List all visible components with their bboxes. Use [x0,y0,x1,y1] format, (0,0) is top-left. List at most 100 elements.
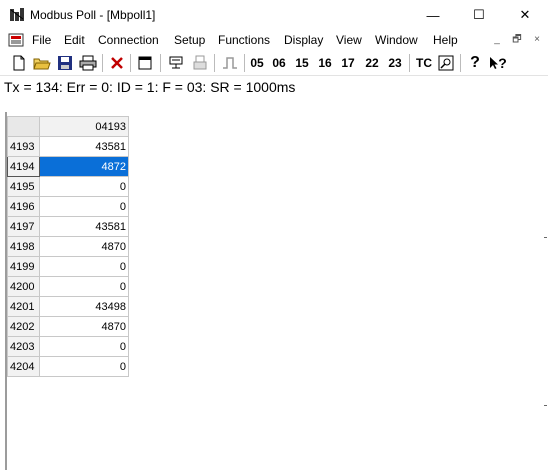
disconnect-button[interactable] [190,53,210,73]
mdi-restore-button[interactable]: 🗗 [510,33,524,47]
new-document-icon [13,55,25,71]
function-22-button[interactable]: 22 [363,53,381,73]
scroll-marker [544,237,547,238]
menu-view[interactable]: View [336,33,362,47]
connect-button[interactable] [166,53,186,73]
open-button[interactable] [32,53,52,73]
table-row[interactable]: 4198 4870 [7,236,129,257]
function-15-button[interactable]: 15 [293,53,311,73]
mdi-minimize-button[interactable]: _ [490,33,504,47]
menu-edit[interactable]: Edit [64,33,85,47]
mdi-close-button[interactable]: × [530,33,544,47]
toolbar-separator [160,54,161,72]
table-row[interactable]: 4204 0 [7,356,129,377]
register-value-cell[interactable]: 43581 [39,216,129,237]
toolbar-separator [244,54,245,72]
row-address[interactable]: 4196 [7,196,40,217]
register-value-cell[interactable]: 0 [39,336,129,357]
register-value-cell[interactable]: 0 [39,256,129,277]
tc-button[interactable]: TC [414,53,434,73]
menu-setup[interactable]: Setup [174,33,205,47]
function-16-button[interactable]: 16 [316,53,334,73]
register-grid: 04193 4193 43581 4194 4872 4195 0 4196 0 4197 435… [7,116,129,377]
register-value-cell[interactable]: 4872 [39,156,129,177]
table-row[interactable]: 4201 43498 [7,296,129,317]
grid-corner[interactable] [7,116,40,137]
menu-help[interactable]: Help [433,33,458,47]
document-icon[interactable] [8,32,24,48]
function-06-button[interactable]: 06 [270,53,288,73]
register-value-cell[interactable]: 43498 [39,296,129,317]
menu-functions[interactable]: Functions [218,33,270,47]
table-row[interactable]: 4195 0 [7,176,129,197]
register-value-cell[interactable]: 4870 [39,236,129,257]
register-value-cell[interactable]: 0 [39,196,129,217]
pulse-icon [223,57,237,69]
menu-window[interactable]: Window [375,33,418,47]
table-row[interactable]: 4199 0 [7,256,129,277]
table-row[interactable]: 4193 43581 [7,136,129,157]
toolbar-separator [409,54,410,72]
row-address[interactable]: 4200 [7,276,40,297]
function-23-button[interactable]: 23 [386,53,404,73]
row-address[interactable]: 4193 [7,136,40,157]
minimize-button[interactable]: — [410,0,456,30]
table-row[interactable]: 4196 0 [7,196,129,217]
row-address[interactable]: 4197 [7,216,40,237]
row-address[interactable]: 4195 [7,176,40,197]
context-help-button[interactable]: ? [488,53,508,73]
row-address[interactable]: 4201 [7,296,40,317]
table-row[interactable]: 4202 4870 [7,316,129,337]
row-address[interactable]: 4194 [7,156,40,177]
grid-header-row: 04193 [7,116,129,137]
row-address[interactable]: 4203 [7,336,40,357]
register-value-cell[interactable]: 0 [39,276,129,297]
save-button[interactable] [56,53,74,73]
help-icon: ? [470,54,480,71]
delete-button[interactable] [108,53,126,73]
row-address[interactable]: 4198 [7,236,40,257]
row-address[interactable]: 4199 [7,256,40,277]
save-disk-icon [58,56,72,70]
function-17-button[interactable]: 17 [339,53,357,73]
register-value-cell[interactable]: 4870 [39,316,129,337]
maximize-button[interactable]: ☐ [456,0,502,30]
title-bar: Modbus Poll - [Mbpoll1] — ☐ ✕ [0,0,548,30]
register-value-cell[interactable]: 0 [39,356,129,377]
menu-connection[interactable]: Connection [98,33,159,47]
connect-icon [169,56,183,69]
context-help-arrow-icon [490,57,499,69]
scroll-marker [544,405,547,406]
view-button[interactable] [436,53,456,73]
table-row[interactable]: 4203 0 [7,336,129,357]
function-05-button[interactable]: 05 [248,53,266,73]
close-button[interactable]: ✕ [502,0,548,30]
row-address[interactable]: 4202 [7,316,40,337]
toolbar-separator [102,54,103,72]
column-header[interactable]: 04193 [39,116,129,137]
pulse-button[interactable] [220,53,240,73]
minimize-icon: — [426,7,440,23]
status-line: Tx = 134: Err = 0: ID = 1: F = 03: SR = … [4,79,296,95]
printer-icon [79,55,97,71]
menu-display[interactable]: Display [284,33,323,47]
register-value-cell[interactable]: 43581 [39,136,129,157]
menu-file[interactable]: File [32,33,51,47]
menu-bar: File Edit Connection Setup Functions Dis… [0,30,548,51]
table-row[interactable]: 4197 43581 [7,216,129,237]
close-icon: ✕ [519,7,531,22]
print-button[interactable] [78,53,98,73]
register-value-cell[interactable]: 0 [39,176,129,197]
help-button[interactable]: ? [466,53,484,73]
open-folder-icon [33,58,51,70]
row-address[interactable]: 4204 [7,356,40,377]
new-button[interactable] [10,53,28,73]
table-row[interactable]: 4194 4872 [7,156,129,177]
table-row[interactable]: 4200 0 [7,276,129,297]
toolbar-separator [460,54,461,72]
toolbar-separator [130,54,131,72]
context-help-icon: ? [498,55,507,71]
window-button[interactable] [136,53,154,73]
window-title: Modbus Poll - [Mbpoll1] [30,8,156,22]
toolbar-separator [214,54,215,72]
